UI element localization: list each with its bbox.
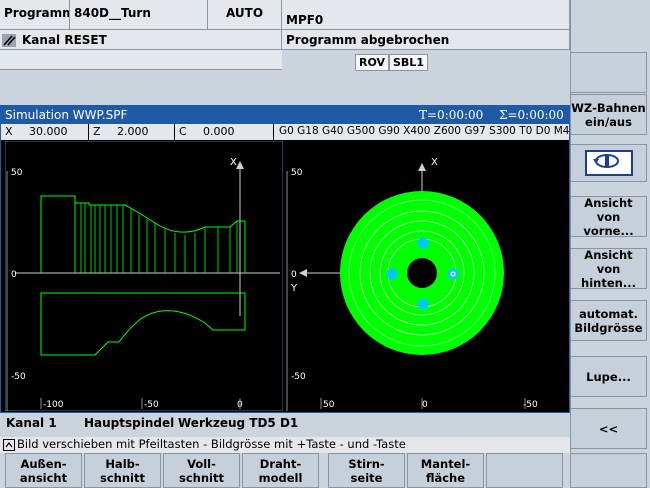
softkey-bottom-7[interactable]: [486, 453, 563, 488]
face-tick-y-0: 0: [291, 270, 297, 280]
gcode-line: G0 G18 G40 G500 G90 X400 Z600 G97 S300 T…: [279, 125, 569, 137]
face-tick-x-0: 0: [422, 400, 428, 410]
face-axis-x-label: X: [431, 157, 438, 168]
flag-sbl1-label: SBL1: [389, 54, 428, 71]
area-field: Programm: [0, 0, 70, 30]
softkey-view-front-label: Ansicht von vorne...: [583, 195, 634, 238]
softkey-toolpath-toggle-label: WZ-Bahnen ein/aus: [571, 100, 646, 129]
side-tick-x-n50: -50: [144, 400, 159, 410]
softkey-outer-view-label: Außen- ansicht: [19, 456, 68, 485]
softkey-outer-view[interactable]: Außen- ansicht: [5, 453, 82, 488]
softkey-view-back-label: Ansicht von hinten...: [581, 247, 636, 290]
face-axis-y-label: Y: [290, 283, 298, 294]
softkey-half-section[interactable]: Halb- schnitt: [84, 453, 161, 488]
tool-label: Werkzeug TD5 D1: [178, 416, 299, 430]
reset-icon: [2, 34, 16, 47]
sep-1: [88, 124, 89, 140]
z-label: Z: [93, 125, 101, 138]
rotate-view-icon: [584, 150, 633, 176]
c-value: 0.000: [203, 125, 235, 138]
x-value: 30.000: [29, 125, 68, 138]
softkey-auto-size[interactable]: automat. Bildgrösse: [570, 300, 647, 341]
position-row: X 30.000 Z 2.000 C 0.000 G0 G18 G40 G500…: [1, 124, 569, 140]
softkey-half-section-label: Halb- schnitt: [100, 456, 145, 485]
z-value: 2.000: [117, 125, 149, 138]
workpiece-face: [340, 191, 504, 355]
bore-hole-top: [417, 237, 429, 249]
program-status: Programm abgebrochen: [282, 30, 570, 50]
header-spacer: [0, 50, 282, 70]
softkey-face-side[interactable]: Stirn- seite: [328, 453, 405, 488]
flag-rov: ROV: [355, 51, 390, 71]
simulation-title: Simulation WWP.SPF: [5, 108, 128, 122]
softkey-back-label: <<: [598, 421, 619, 436]
flag-rov-label: ROV: [355, 54, 390, 71]
bore-hole-left: [386, 268, 398, 280]
x-label: X: [5, 125, 13, 138]
softkey-full-section-label: Voll- schnitt: [179, 456, 224, 485]
softkey-wireframe[interactable]: Draht- modell: [242, 453, 319, 488]
softkey-zoom[interactable]: Lupe...: [570, 356, 647, 397]
bore-hole-bottom: [417, 298, 429, 310]
status-row: Kanal 1 Hauptspindel Werkzeug TD5 D1: [0, 413, 570, 435]
face-tick-y-n50: -50: [291, 372, 306, 382]
mode-field: AUTO: [208, 0, 282, 30]
softkey-right-1[interactable]: [570, 52, 647, 93]
simulation-window: Simulation WWP.SPF T=0:00:00 Σ=0:00:00 X…: [0, 105, 570, 413]
flag-sbl1: SBL1: [389, 51, 428, 71]
hint-text: Bild verschieben mit Pfeiltasten - Bildg…: [17, 437, 406, 451]
face-tick-x-50: 50: [323, 400, 335, 410]
channel-label: Kanal 1: [6, 416, 57, 430]
c-label: C: [179, 125, 187, 138]
side-axis-x-label: X: [230, 157, 237, 168]
sep-3: [273, 124, 274, 140]
face-tick-y-50: 50: [291, 168, 303, 178]
side-tick-y-0: 0: [11, 270, 17, 280]
side-tick-y-n50: -50: [11, 372, 26, 382]
side-view-canvas[interactable]: X 50 0 -50 -100 -50 0: [5, 141, 283, 411]
softkey-face-side-label: Stirn- seite: [348, 456, 385, 485]
spindle-label: Hauptspindel: [84, 416, 175, 430]
hint-icon: [3, 439, 15, 451]
softkey-auto-size-label: automat. Bildgrösse: [574, 306, 643, 335]
softkey-shell-surface[interactable]: Mantel- fläche: [407, 453, 484, 488]
softkey-zoom-label: Lupe...: [586, 369, 631, 384]
sep-2: [174, 124, 175, 140]
machine-name: 840D__Turn: [70, 0, 208, 30]
side-tick-y-50: 50: [11, 168, 23, 178]
channel-status-bar: Kanal RESET: [0, 30, 282, 50]
hint-bar: Bild verschieben mit Pfeiltasten - Bildg…: [0, 437, 570, 453]
softkey-view-back[interactable]: Ansicht von hinten...: [570, 247, 647, 290]
side-tick-x-n100: -100: [43, 400, 64, 410]
channel-status: Kanal RESET: [22, 33, 107, 47]
face-view-canvas[interactable]: X Y 50 0 -50 50 0 -50: [285, 141, 567, 411]
simulation-title-bar: Simulation WWP.SPF T=0:00:00 Σ=0:00:00: [1, 106, 569, 124]
softkey-wireframe-label: Draht- modell: [258, 456, 303, 485]
program-name: MPF0: [282, 0, 570, 30]
softkey-back[interactable]: <<: [570, 408, 647, 449]
softkey-view-front[interactable]: Ansicht von vorne...: [570, 195, 647, 238]
softkey-rotate-view[interactable]: [570, 144, 647, 182]
time-sum: Σ=0:00:00: [499, 108, 564, 122]
softkey-shell-surface-label: Mantel- fläche: [420, 456, 471, 485]
softkey-full-section[interactable]: Voll- schnitt: [163, 453, 240, 488]
softkey-bottom-8[interactable]: [570, 453, 647, 488]
time-t: T=0:00:00: [419, 108, 484, 122]
softkey-toolpath-toggle[interactable]: WZ-Bahnen ein/aus: [570, 94, 647, 135]
